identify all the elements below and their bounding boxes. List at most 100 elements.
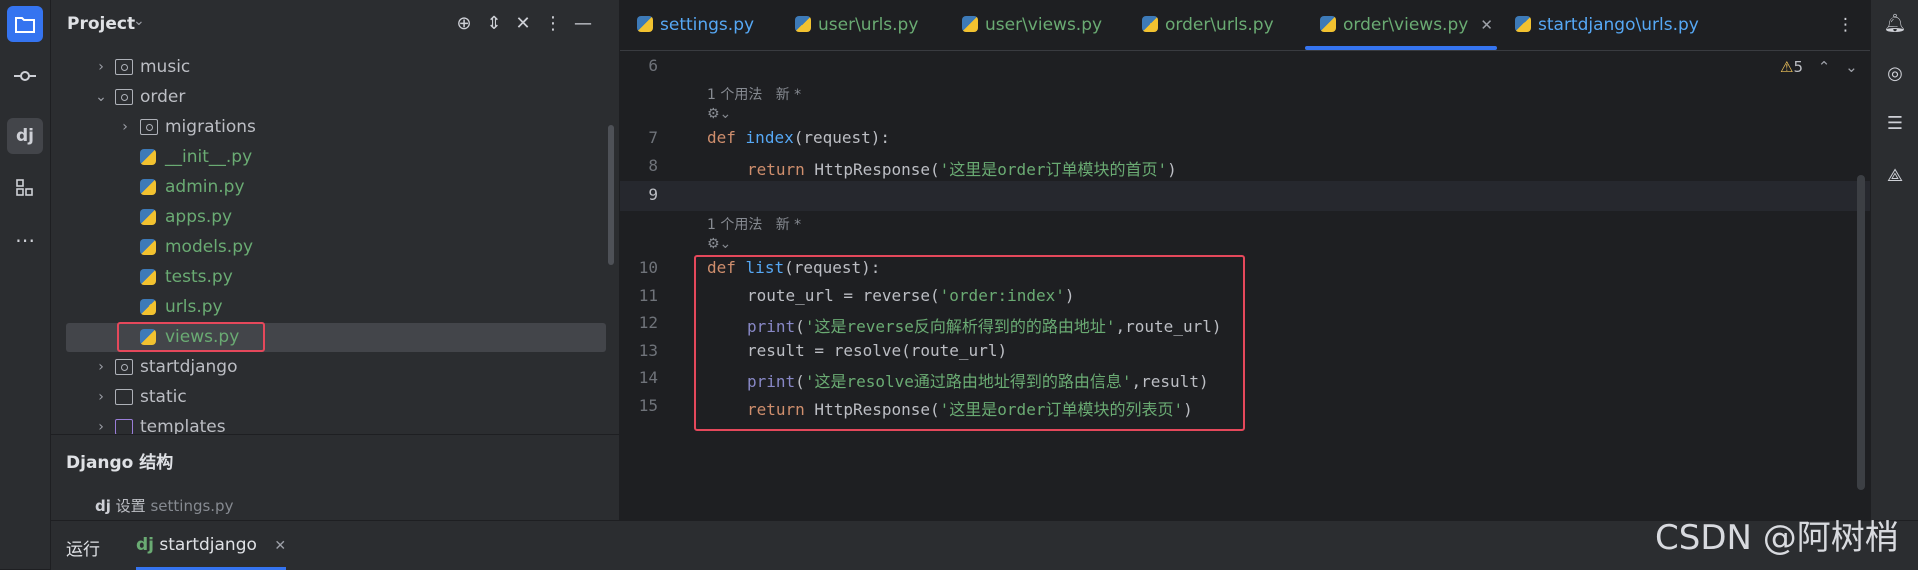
usage-count: 1 个用法	[707, 87, 763, 103]
expand-all-icon[interactable]: ⇕	[482, 12, 506, 36]
run-config-label: startdjango	[159, 535, 257, 555]
close-icon[interactable]: ✕	[274, 538, 286, 554]
tabs-menu-icon[interactable]: ⋮	[1837, 0, 1854, 50]
inspections-widget[interactable]: ⚠5 ⌃ ⌄	[1780, 58, 1858, 76]
chevron-right-icon[interactable]: ›	[94, 352, 108, 382]
folder-icon	[115, 389, 133, 405]
active-tab-indicator	[1305, 46, 1497, 50]
tree-item-templates[interactable]: › templates	[51, 412, 619, 434]
tree-item-migrations[interactable]: › migrations	[51, 112, 619, 142]
code-line-7[interactable]: def index(request):	[707, 128, 890, 147]
package-icon	[115, 89, 133, 105]
chevron-up-icon[interactable]: ⌃	[1818, 58, 1831, 76]
chevron-down-icon[interactable]: ⌄	[94, 82, 108, 112]
tree-item-urls[interactable]: urls.py	[51, 292, 619, 322]
tab-order-urls[interactable]: order\urls.py	[1142, 0, 1274, 50]
tree-item-startdjango[interactable]: › startdjango	[51, 352, 619, 382]
tab-settings[interactable]: settings.py	[637, 0, 754, 50]
code-keyword: def	[707, 128, 736, 147]
tab-label: settings.py	[660, 15, 755, 35]
author-hint: 新 *	[775, 87, 802, 103]
tree-item-music[interactable]: › music	[51, 52, 619, 82]
chevron-right-icon[interactable]: ›	[94, 382, 108, 412]
django-run-icon: dj	[136, 535, 154, 555]
tree-item-order[interactable]: ⌄ order	[51, 82, 619, 112]
code-highlight-box	[694, 255, 1245, 431]
locate-icon[interactable]: ⊕	[452, 12, 476, 36]
chevron-down-icon[interactable]: ⌄	[133, 13, 145, 29]
usage-hint[interactable]: 1 个用法 新 *	[707, 214, 801, 234]
tree-item-label: music	[140, 57, 191, 77]
chevron-down-icon[interactable]: ⌄	[1845, 58, 1858, 76]
usage-hint[interactable]: 1 个用法 新 *	[707, 84, 801, 104]
tree-item-label: startdjango	[140, 357, 238, 377]
ai-assistant-icon[interactable]: ◎	[1883, 62, 1907, 86]
tree-item-models[interactable]: models.py	[51, 232, 619, 262]
python-file-icon	[637, 16, 653, 32]
chevron-right-icon[interactable]: ›	[118, 112, 132, 142]
notifications-icon[interactable]: 🔔︎	[1883, 12, 1907, 36]
python-file-icon	[140, 299, 156, 315]
python-file-icon	[140, 239, 156, 255]
python-file-icon	[1320, 16, 1336, 32]
line-number: 14	[638, 368, 658, 387]
python-file-icon	[1515, 16, 1531, 32]
structure-icon[interactable]	[7, 170, 43, 206]
run-tab[interactable]: 运行	[66, 535, 100, 560]
tab-order-views[interactable]: order\views.py ✕	[1320, 0, 1493, 50]
ai-actions-icon[interactable]: ⚙⌄	[707, 236, 731, 252]
python-file-icon	[140, 179, 156, 195]
run-config-tab[interactable]: dj startdjango ✕	[136, 521, 287, 570]
tree-item-admin[interactable]: admin.py	[51, 172, 619, 202]
package-icon	[115, 359, 133, 375]
collapse-all-icon[interactable]: ✕	[511, 12, 535, 36]
tree-item-tests[interactable]: tests.py	[51, 262, 619, 292]
settings-label: 设置	[115, 497, 146, 515]
project-folder-icon[interactable]	[7, 6, 43, 42]
commit-icon[interactable]	[7, 58, 43, 94]
code-string: '这里是order订单模块的首页'	[939, 160, 1168, 179]
options-icon[interactable]: ⋮	[541, 12, 565, 36]
code-text: (request):	[793, 128, 891, 147]
line-number: 6	[648, 56, 658, 75]
django-settings-item[interactable]: dj 设置 settings.py	[95, 495, 233, 516]
tree-item-label: __init__.py	[165, 147, 253, 167]
endpoints-icon[interactable]: ⟁	[1883, 164, 1907, 188]
tree-item-apps[interactable]: apps.py	[51, 202, 619, 232]
database-icon[interactable]: ☰	[1883, 112, 1907, 136]
line-number: 9	[648, 185, 658, 204]
views-file-highlight-box	[117, 322, 265, 352]
tree-item-label: models.py	[165, 237, 254, 257]
tree-item-label: templates	[140, 417, 226, 434]
python-file-icon	[962, 16, 978, 32]
code-line-8[interactable]: return HttpResponse('这里是order订单模块的首页')	[747, 156, 1177, 180]
tree-scrollbar[interactable]	[608, 125, 614, 265]
tree-item-init[interactable]: __init__.py	[51, 142, 619, 172]
line-number: 8	[648, 156, 658, 175]
project-title[interactable]: Project	[67, 14, 135, 34]
code-text: HttpResponse(	[804, 160, 940, 179]
django-icon[interactable]: dj	[7, 118, 43, 154]
chevron-right-icon[interactable]: ›	[94, 52, 108, 82]
code-keyword: return	[747, 160, 805, 179]
tab-startdjango-urls[interactable]: startdjango\urls.py	[1515, 0, 1699, 50]
editor-tab-bar: settings.py user\urls.py user\views.py o…	[620, 0, 1870, 51]
tab-user-views[interactable]: user\views.py	[962, 0, 1102, 50]
ai-actions-icon[interactable]: ⚙⌄	[707, 106, 731, 122]
more-tools-icon[interactable]: ⋯	[7, 222, 43, 258]
editor-scrollbar[interactable]	[1857, 175, 1865, 490]
chevron-right-icon[interactable]: ›	[94, 412, 108, 434]
tab-label: order\urls.py	[1165, 15, 1274, 35]
close-icon[interactable]: ✕	[1480, 16, 1493, 34]
code-text: )	[1167, 160, 1177, 179]
code-function-name: index	[745, 128, 794, 147]
tree-item-label: migrations	[165, 117, 256, 137]
right-tool-bar: 🔔︎ ◎ ☰ ⟁	[1870, 0, 1918, 520]
tab-user-urls[interactable]: user\urls.py	[795, 0, 918, 50]
watermark: CSDN @阿树梢	[1655, 518, 1899, 558]
hide-icon[interactable]: —	[571, 12, 595, 36]
bottom-tool-bar: 运行 dj startdjango ✕	[51, 520, 1918, 570]
tree-item-static[interactable]: › static	[51, 382, 619, 412]
tab-label: startdjango\urls.py	[1538, 15, 1699, 35]
tree-item-label: order	[140, 87, 186, 107]
